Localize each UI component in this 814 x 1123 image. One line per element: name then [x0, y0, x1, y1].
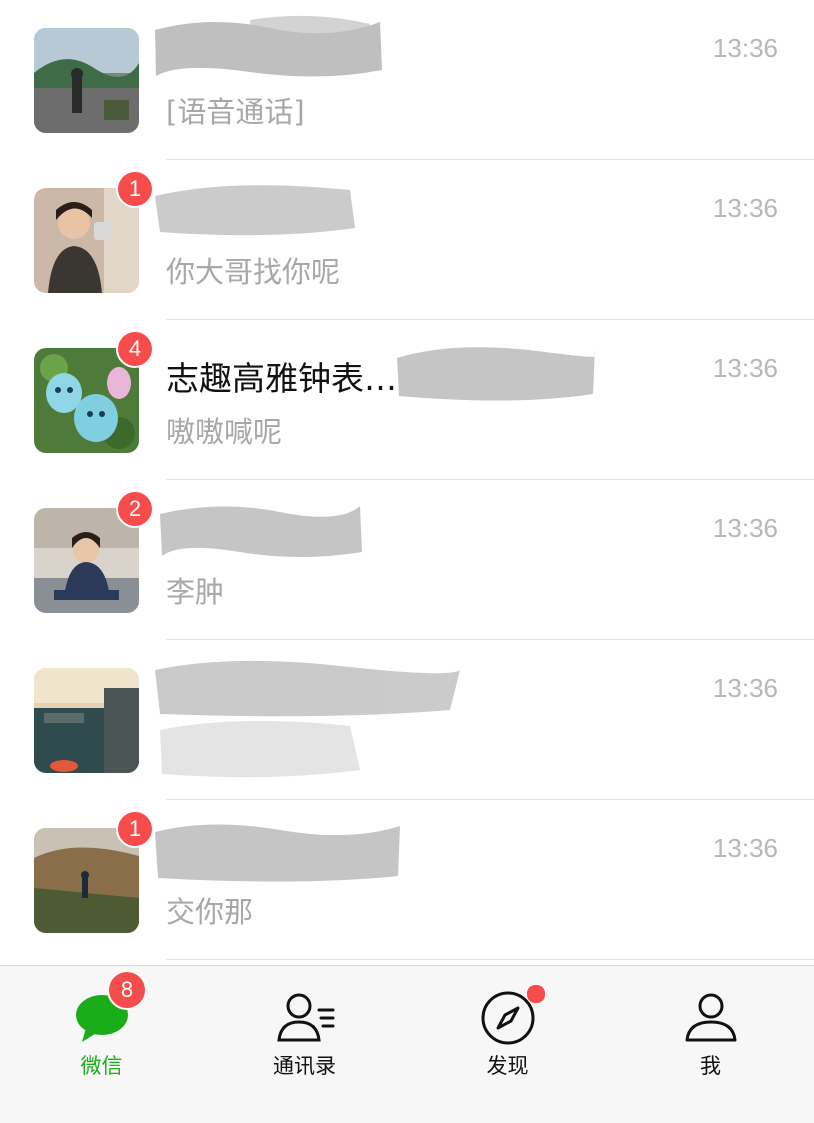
chat-time: 13:36: [712, 673, 778, 703]
chat-row[interactable]: 1 你大哥找你呢 13:36: [0, 160, 814, 320]
chat-preview: 嗷嗷喊呢: [166, 415, 283, 449]
tab-label: 微信: [80, 1054, 123, 1078]
tab-contacts[interactable]: 通讯录: [203, 966, 406, 1123]
tab-bar: 8 微信 通讯录 发现 我: [0, 965, 814, 1123]
redacted-name-mark: [150, 650, 470, 790]
tab-badge: 8: [107, 970, 147, 1010]
unread-badge: 1: [116, 170, 154, 208]
chat-time: 13:36: [712, 833, 778, 863]
tab-chats[interactable]: 8 微信: [0, 966, 203, 1123]
avatar[interactable]: [34, 28, 139, 133]
tab-label: 我: [700, 1054, 721, 1078]
redacted-name-mark: [150, 170, 480, 250]
tab-dot: [526, 984, 546, 1004]
tab-me[interactable]: 我: [609, 966, 812, 1123]
chat-row[interactable]: 13:36: [0, 640, 814, 800]
divider: [166, 959, 814, 960]
chat-preview: 交你那: [166, 895, 254, 929]
chat-time: 13:36: [712, 33, 778, 63]
chat-preview: 李肿: [166, 575, 225, 609]
chat-preview: [语音通话]: [166, 95, 305, 129]
chat-time: 13:36: [712, 353, 778, 383]
unread-badge: 1: [116, 810, 154, 848]
redacted-name-mark: [395, 338, 595, 408]
redacted-name-mark: [150, 490, 480, 570]
redacted-name-mark: [150, 10, 480, 90]
unread-badge: 4: [116, 330, 154, 368]
avatar[interactable]: [34, 668, 139, 773]
chat-time: 13:36: [712, 193, 778, 223]
contacts-icon: [275, 988, 335, 1048]
chat-list: [语音通话] 13:36 1 你大哥找你呢 13:36 4 志趣高雅钟表… 嗷嗷…: [0, 0, 814, 965]
chat-row[interactable]: [语音通话] 13:36: [0, 0, 814, 160]
tab-label: 通讯录: [273, 1054, 336, 1078]
tab-discover[interactable]: 发现: [406, 966, 609, 1123]
chat-preview: 你大哥找你呢: [166, 255, 341, 289]
chat-row[interactable]: 2 李肿 13:36: [0, 480, 814, 640]
tab-label: 发现: [486, 1054, 529, 1078]
profile-icon: [681, 988, 741, 1048]
unread-badge: 2: [116, 490, 154, 528]
chat-time: 13:36: [712, 513, 778, 543]
chat-row[interactable]: 4 志趣高雅钟表… 嗷嗷喊呢 13:36: [0, 320, 814, 480]
chat-row[interactable]: 1 交你那 13:36: [0, 800, 814, 960]
redacted-name-mark: [150, 810, 410, 890]
